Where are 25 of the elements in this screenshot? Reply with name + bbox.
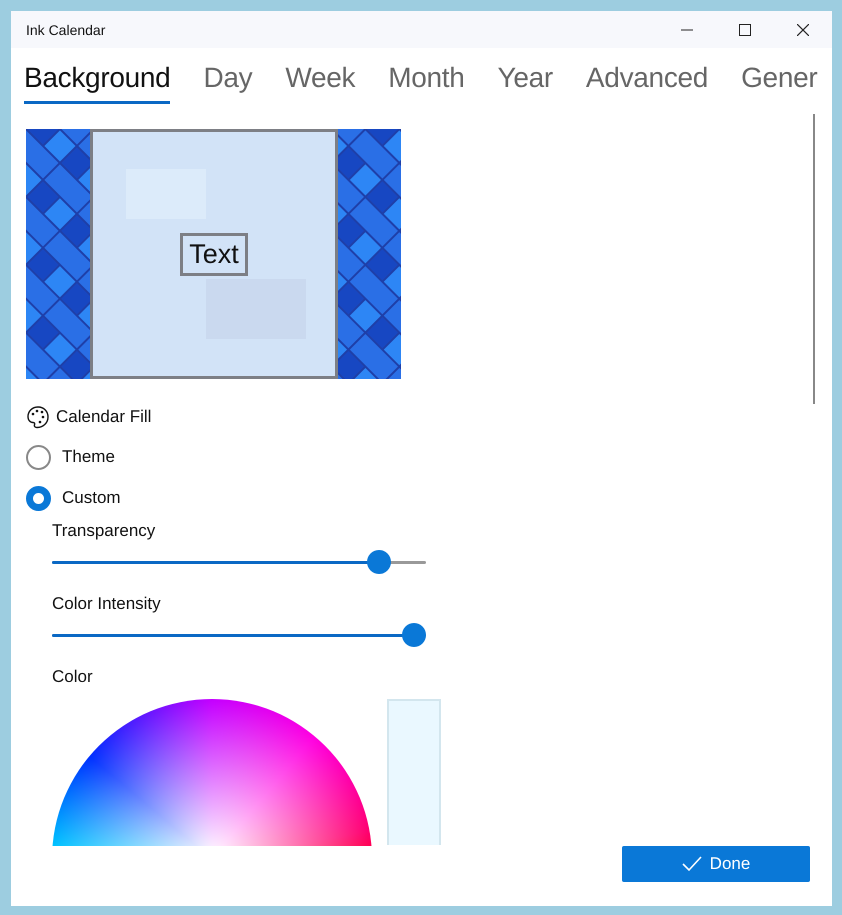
slider-label: Color Intensity bbox=[52, 594, 162, 615]
tab[interactable]: Month bbox=[388, 56, 465, 104]
close-icon[interactable] bbox=[797, 24, 809, 36]
tab[interactable]: Gener bbox=[741, 56, 818, 104]
tab[interactable]: Week bbox=[285, 56, 356, 104]
slider-label: Transparency bbox=[52, 521, 156, 542]
window-title: Ink Calendar bbox=[26, 22, 106, 38]
radio-label: Custom bbox=[62, 488, 121, 508]
check-icon bbox=[682, 856, 702, 872]
section-label: Calendar Fill bbox=[56, 407, 152, 427]
radio-button[interactable] bbox=[26, 444, 51, 470]
radio-label: Theme bbox=[62, 447, 115, 467]
maximize-icon[interactable] bbox=[739, 24, 751, 36]
tab[interactable]: Background bbox=[24, 56, 170, 104]
color-label: Color bbox=[52, 667, 94, 688]
sample-text: Text bbox=[180, 232, 248, 276]
done-button[interactable]: Done bbox=[622, 846, 810, 882]
tab[interactable]: Advanced bbox=[586, 56, 708, 104]
slider-thumb[interactable] bbox=[367, 550, 391, 574]
slider-thumb[interactable] bbox=[402, 623, 426, 647]
radio-button[interactable] bbox=[26, 486, 51, 510]
palette-icon bbox=[26, 405, 50, 429]
scrollbar[interactable] bbox=[813, 114, 815, 404]
tab[interactable]: Year bbox=[498, 56, 553, 104]
tab[interactable]: Day bbox=[203, 56, 252, 104]
